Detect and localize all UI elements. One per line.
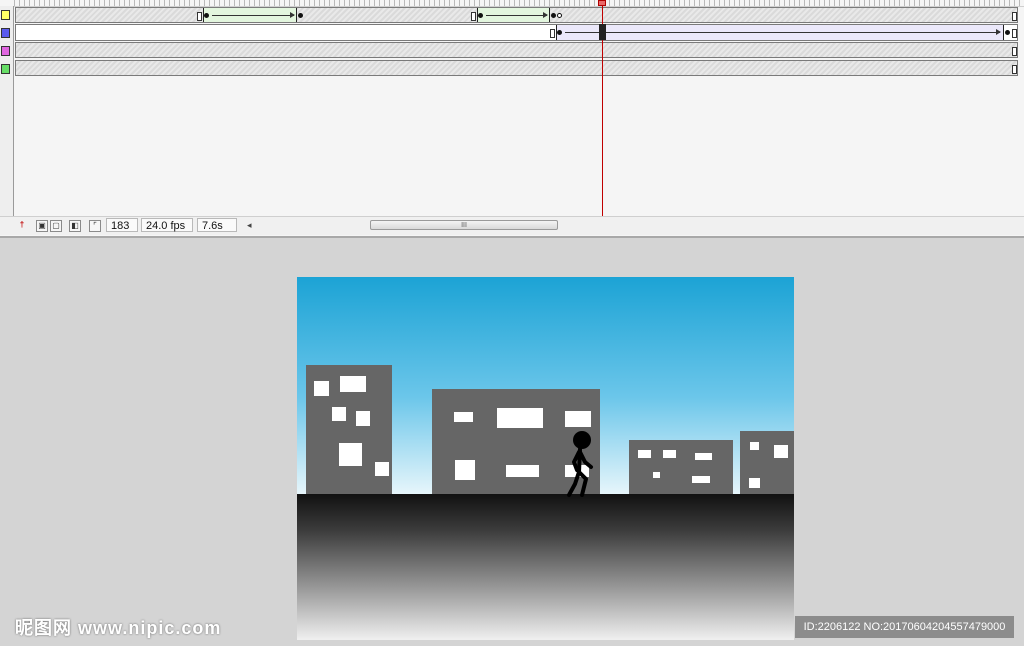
- blank-keyframe[interactable]: [471, 12, 476, 21]
- timeline-status-bar: † ▣ ▢ ◧ ⌜ 183 24.0 fps 7.6s ◂ III: [0, 216, 1024, 235]
- playhead-handle[interactable]: [598, 0, 606, 6]
- layer-color-swatch[interactable]: [1, 10, 10, 20]
- keyframe-marker: [549, 8, 550, 22]
- ground-gradient: [297, 494, 794, 640]
- building-window: [375, 462, 389, 476]
- blank-keyframe[interactable]: [550, 29, 555, 38]
- building-window: [455, 460, 475, 480]
- end-frame[interactable]: [1012, 12, 1017, 21]
- building-window: [314, 381, 329, 396]
- keyframe-dot[interactable]: [478, 13, 483, 18]
- building-window: [692, 476, 710, 483]
- keyframe-dot[interactable]: [204, 13, 209, 18]
- tween-arrow: [486, 12, 548, 18]
- building-window: [339, 443, 362, 466]
- building-window: [750, 442, 759, 450]
- building[interactable]: [629, 440, 733, 497]
- building-window: [653, 472, 660, 478]
- keyframe-marker: [1003, 25, 1004, 40]
- stick-figure[interactable]: [564, 430, 598, 498]
- building-window: [454, 412, 473, 422]
- current-frame-marker: [599, 24, 606, 40]
- keyframe-dot[interactable]: [298, 13, 303, 18]
- building-window: [663, 450, 676, 458]
- keyframe-dot[interactable]: [1005, 30, 1010, 35]
- end-frame[interactable]: [1012, 29, 1017, 38]
- keyframe-marker: [296, 8, 297, 22]
- keyframe-dot[interactable]: [551, 13, 556, 18]
- building-window: [749, 478, 760, 488]
- modify-markers-icon[interactable]: ⌜: [89, 220, 101, 232]
- building-window: [774, 445, 788, 458]
- end-frame[interactable]: [1012, 65, 1017, 74]
- scroll-left-arrow[interactable]: ◂: [247, 220, 252, 231]
- layer-track-3[interactable]: [15, 42, 1018, 58]
- watermark-id: ID:2206122 NO:20170604204557479000: [795, 616, 1014, 638]
- building[interactable]: [306, 365, 392, 497]
- building[interactable]: [740, 431, 794, 497]
- timeline-panel: † ▣ ▢ ◧ ⌜ 183 24.0 fps 7.6s ◂ III: [0, 0, 1024, 238]
- watermark-logo: 昵图网 www.nipic.com: [15, 618, 222, 638]
- building-window: [506, 465, 539, 477]
- layer-track-2[interactable]: [15, 24, 1018, 41]
- tween-arrow: [212, 12, 295, 18]
- frame-ruler[interactable]: [14, 0, 1024, 7]
- onion-skin-icon[interactable]: ▣: [36, 220, 48, 232]
- layer-color-swatch[interactable]: [1, 28, 10, 38]
- building-window: [638, 450, 651, 458]
- building-window: [497, 408, 543, 428]
- end-frame[interactable]: [1012, 47, 1017, 56]
- horizontal-scrollbar[interactable]: III: [258, 220, 1018, 230]
- building-window: [332, 407, 346, 421]
- stage-canvas[interactable]: [297, 277, 794, 640]
- current-frame-field: 183: [106, 218, 138, 232]
- building-window: [356, 411, 370, 426]
- scrollbar-thumb[interactable]: III: [370, 220, 558, 230]
- layer-color-column: [0, 6, 14, 216]
- center-frame-icon[interactable]: †: [17, 220, 27, 230]
- building-window: [340, 376, 366, 392]
- layer-track-1[interactable]: [15, 7, 1018, 23]
- keyframe-dot[interactable]: [557, 30, 562, 35]
- building-window: [695, 453, 712, 460]
- onion-outline-icon[interactable]: ▢: [50, 220, 62, 232]
- edit-multiple-frames-icon[interactable]: ◧: [69, 220, 81, 232]
- elapsed-time-field: 7.6s: [197, 218, 237, 232]
- tween-arrow: [565, 29, 1001, 35]
- layer-track-4[interactable]: [15, 60, 1018, 76]
- layer-color-swatch[interactable]: [1, 64, 10, 74]
- frame-rate-field[interactable]: 24.0 fps: [141, 218, 193, 232]
- layer-color-swatch[interactable]: [1, 46, 10, 56]
- building-window: [565, 411, 591, 427]
- empty-keyframe-dot[interactable]: [557, 13, 562, 18]
- blank-keyframe[interactable]: [197, 12, 202, 21]
